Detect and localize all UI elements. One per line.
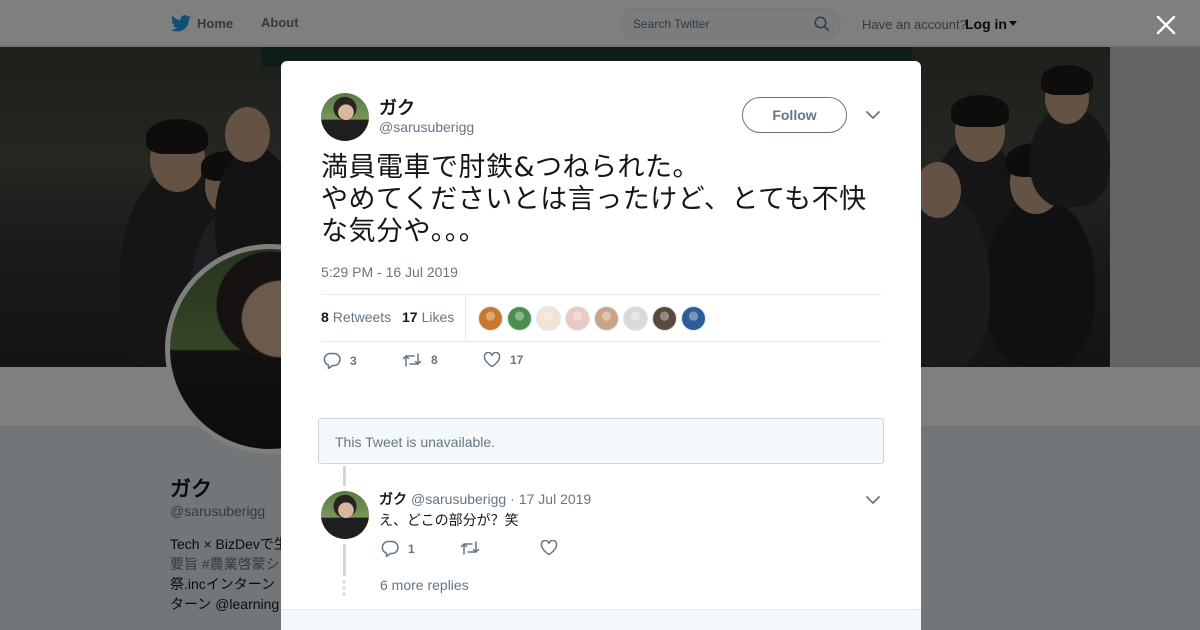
reply-date[interactable]: 17 Jul 2019 (519, 491, 591, 507)
reply-author-handle[interactable]: @sarusuberigg (411, 491, 506, 507)
author-handle[interactable]: @sarusuberigg (379, 119, 474, 135)
reply-actions: 1 (381, 540, 681, 560)
tweet-actions: 3 8 17 (321, 352, 881, 374)
tweet-text: 満員電車で肘鉄&つねられた。 やめてくださいとは言ったけど、とても不快な気分や。… (321, 152, 867, 247)
retweet-icon (402, 353, 422, 367)
tweet-timestamp[interactable]: 5:29 PM - 16 Jul 2019 (321, 264, 458, 280)
liker-avatar[interactable] (507, 306, 532, 331)
liker-avatar[interactable] (594, 306, 619, 331)
heart-icon (540, 540, 558, 556)
liker-avatar[interactable] (565, 306, 590, 331)
thread-line (343, 544, 346, 576)
thread-line (343, 466, 346, 486)
unavailable-tweet-notice: This Tweet is unavailable. (318, 418, 884, 464)
more-dots-icon (342, 580, 346, 596)
tweet-modal: ガク @sarusuberigg Follow 満員電車で肘鉄&つねられた。 や… (281, 61, 921, 630)
stats-separator (465, 295, 466, 341)
reply-author-name[interactable]: ガク (379, 489, 407, 509)
reply-reply-button[interactable]: 1 (381, 540, 415, 557)
reply-like-button[interactable] (540, 540, 558, 556)
close-icon[interactable] (1152, 11, 1180, 39)
retweets-count: 8 (321, 309, 329, 325)
reply-text: え、どこの部分が？笑 (379, 512, 519, 528)
likes-label: Likes (421, 309, 455, 325)
retweet-count: 8 (431, 353, 438, 367)
likes-stat[interactable]: 17 Likes (402, 309, 454, 325)
reply-avatar[interactable] (321, 491, 369, 539)
reply-header: ガク @sarusuberigg · 17 Jul 2019 (379, 489, 591, 509)
retweet-button[interactable]: 8 (402, 352, 438, 368)
like-count: 17 (510, 353, 524, 367)
chevron-down-icon[interactable] (865, 108, 881, 122)
author-avatar[interactable] (321, 93, 369, 141)
divider (321, 341, 881, 342)
retweets-label: Retweets (332, 309, 392, 325)
modal-footer (281, 609, 921, 630)
reply-icon (323, 352, 341, 369)
heart-icon (483, 352, 501, 368)
reply-count: 3 (350, 353, 357, 368)
author-name[interactable]: ガク (379, 94, 415, 120)
liker-avatar[interactable] (652, 306, 677, 331)
retweet-icon (460, 541, 480, 555)
more-replies-link[interactable]: 6 more replies (380, 577, 469, 593)
likes-count: 17 (402, 309, 418, 325)
liker-avatar[interactable] (623, 306, 648, 331)
reply-reply-count: 1 (408, 541, 415, 556)
liker-avatar[interactable] (478, 306, 503, 331)
follow-button[interactable]: Follow (742, 97, 847, 133)
reply-icon (381, 540, 399, 557)
retweets-stat[interactable]: 8 Retweets (321, 309, 391, 325)
reply-button[interactable]: 3 (323, 352, 357, 369)
chevron-down-icon[interactable] (865, 493, 881, 507)
reply-separator: · (510, 491, 515, 507)
like-button[interactable]: 17 (483, 352, 523, 368)
liker-avatar[interactable] (536, 306, 561, 331)
liker-avatar[interactable] (681, 306, 706, 331)
reply-retweet-button[interactable] (460, 540, 480, 556)
tweet-stats: 8 Retweets 17 Likes (321, 295, 881, 341)
